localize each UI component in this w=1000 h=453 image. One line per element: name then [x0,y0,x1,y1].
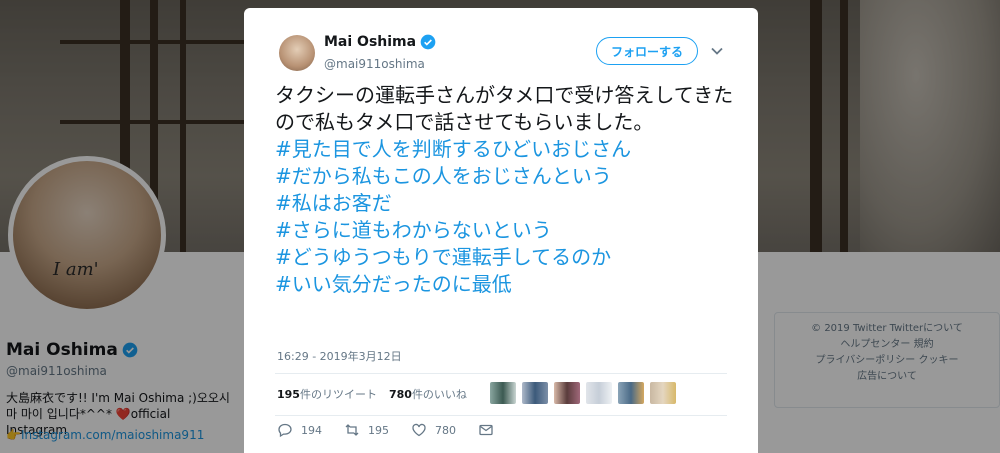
tweet-author-name[interactable]: Mai Oshima [324,34,436,50]
hashtag-link[interactable]: #どうゆうつもりで運転手してるのか [275,244,745,271]
tweet-body: タクシーの運転手さんがタメ口で受け答えしてきたので私もタメ口で話させてもらいまし… [275,83,734,134]
retweet-button[interactable]: 195 [344,422,389,438]
divider [275,373,727,374]
liker-avatar[interactable] [490,382,516,404]
liker-avatar[interactable] [586,382,612,404]
like-stat[interactable]: 780件のいいね [389,386,467,402]
verified-badge-icon [420,34,436,50]
like-button[interactable]: 780 [411,422,456,438]
tweet-text: タクシーの運転手さんがタメ口で受け答えしてきたので私もタメ口で話させてもらいまし… [275,82,745,298]
chevron-down-icon[interactable] [710,44,724,58]
liker-avatar[interactable] [618,382,644,404]
retweet-icon [345,424,359,436]
retweet-stat[interactable]: 195件のリツイート [277,386,377,402]
tweet-actions: 194 195 780 [277,422,516,438]
hashtag-link[interactable]: #だから私もこの人をおじさんという [275,163,745,190]
tweet-author-handle: @mai911oshima [324,57,425,71]
hashtag-link[interactable]: #いい気分だったのに最低 [275,271,745,298]
hashtag-link[interactable]: #さらに道もわからないという [275,217,745,244]
liker-avatar[interactable] [650,382,676,404]
follow-button[interactable]: フォローする [596,37,698,65]
like-stat-count: 780 [388,388,412,401]
retweet-stat-label: 件のリツイート [299,388,377,401]
retweet-count: 195 [368,423,389,437]
reply-button[interactable]: 194 [277,422,322,438]
message-button[interactable] [478,422,494,438]
like-count: 780 [435,423,456,437]
envelope-icon [479,424,493,436]
tweet-stats: 195件のリツイート 780件のいいね [277,386,467,402]
reply-count: 194 [301,423,322,437]
tweet-modal: Mai Oshima @mai911oshima フォローする タクシーの運転手… [244,8,758,453]
hashtag-link[interactable]: #私はお客だ [275,190,745,217]
tweet-author-name-text: Mai Oshima [324,34,417,50]
retweet-stat-count: 195 [277,388,300,401]
tweet-author-avatar[interactable] [279,35,315,71]
tweet-timestamp[interactable]: 16:29 - 2019年3月12日 [277,348,402,364]
like-stat-label: 件のいいね [411,388,467,401]
divider [275,415,727,416]
liker-avatar[interactable] [554,382,580,404]
liker-avatar[interactable] [522,382,548,404]
heart-icon [412,423,426,437]
hashtag-link[interactable]: #見た目で人を判断するひどいおじさん [275,136,745,163]
reply-icon [278,423,292,438]
liker-avatars [490,382,676,404]
